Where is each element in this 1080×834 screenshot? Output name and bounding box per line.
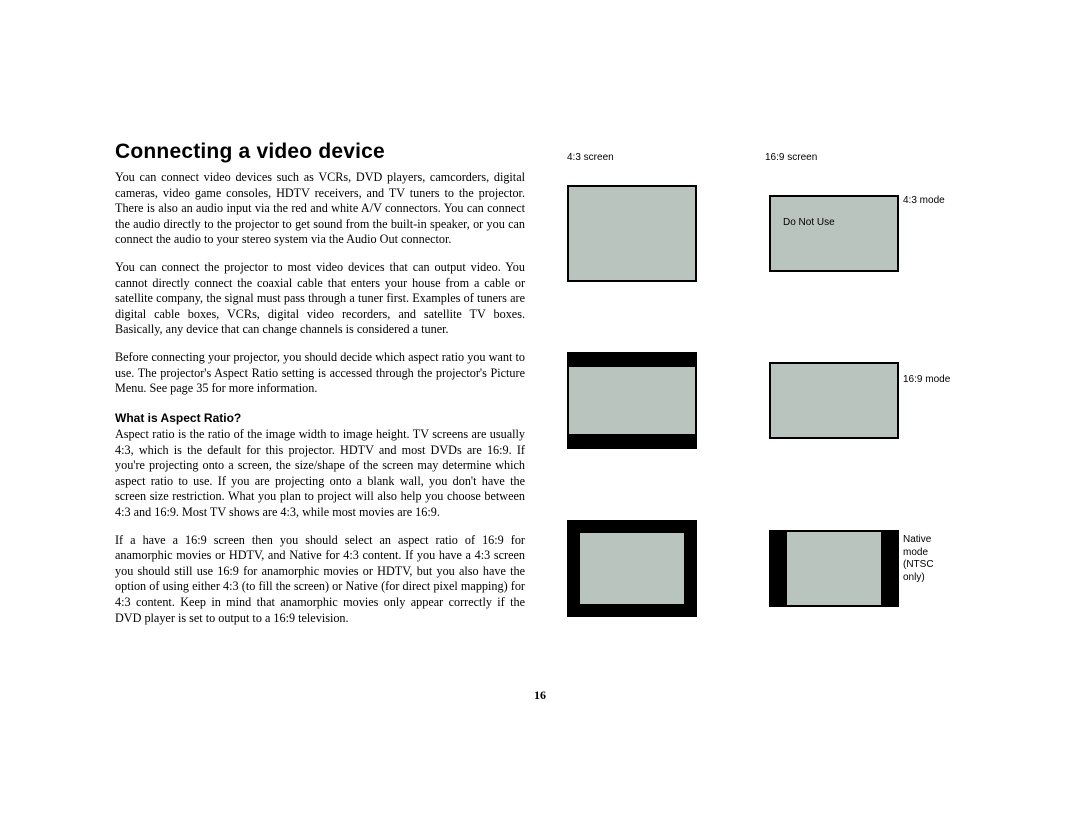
page-number: 16 <box>0 688 1080 703</box>
column-header-16-9: 16:9 screen <box>765 152 817 163</box>
screen-16-9-mode-4-3 <box>769 195 899 272</box>
screen-4-3-mode-4-3 <box>567 185 697 282</box>
screen-16-9-mode-16-9 <box>769 362 899 439</box>
paragraph-4: Aspect ratio is the ratio of the image w… <box>115 427 525 521</box>
diagram-row-16-9-mode: 16:9 mode <box>555 352 1035 449</box>
diagram-row-native-mode: Native mode (NTSC only) <box>555 520 1035 617</box>
screen-4-3-mode-16-9 <box>567 352 697 449</box>
manual-page: Connecting a video device You can connec… <box>0 0 1080 834</box>
two-column-layout: Connecting a video device You can connec… <box>115 140 1040 638</box>
column-header-4-3: 4:3 screen <box>567 152 614 163</box>
text-column: Connecting a video device You can connec… <box>115 140 525 638</box>
row-label-4-3-text: 4:3 mode <box>903 195 945 206</box>
diagram-row-4-3-mode: Do Not Use 4:3 mode <box>555 185 1035 282</box>
row-label-native-text: Native mode (NTSC only) <box>903 534 934 583</box>
row-label-4-3-mode: 4:3 mode <box>903 195 945 208</box>
paragraph-3: Before connecting your projector, you sh… <box>115 350 525 397</box>
screen-4-3-native <box>567 520 697 617</box>
page-title: Connecting a video device <box>115 140 525 164</box>
do-not-use-label: Do Not Use <box>783 217 835 230</box>
paragraph-5: If a have a 16:9 screen then you should … <box>115 533 525 627</box>
row-label-16-9-mode: 16:9 mode <box>903 374 950 387</box>
paragraph-2: You can connect the projector to most vi… <box>115 260 525 338</box>
screen-16-9-native <box>769 530 899 607</box>
row-label-16-9-text: 16:9 mode <box>903 374 950 385</box>
row-label-native-mode: Native mode (NTSC only) <box>903 534 953 584</box>
paragraph-1: You can connect video devices such as VC… <box>115 170 525 248</box>
subheading-aspect-ratio: What is Aspect Ratio? <box>115 411 525 425</box>
